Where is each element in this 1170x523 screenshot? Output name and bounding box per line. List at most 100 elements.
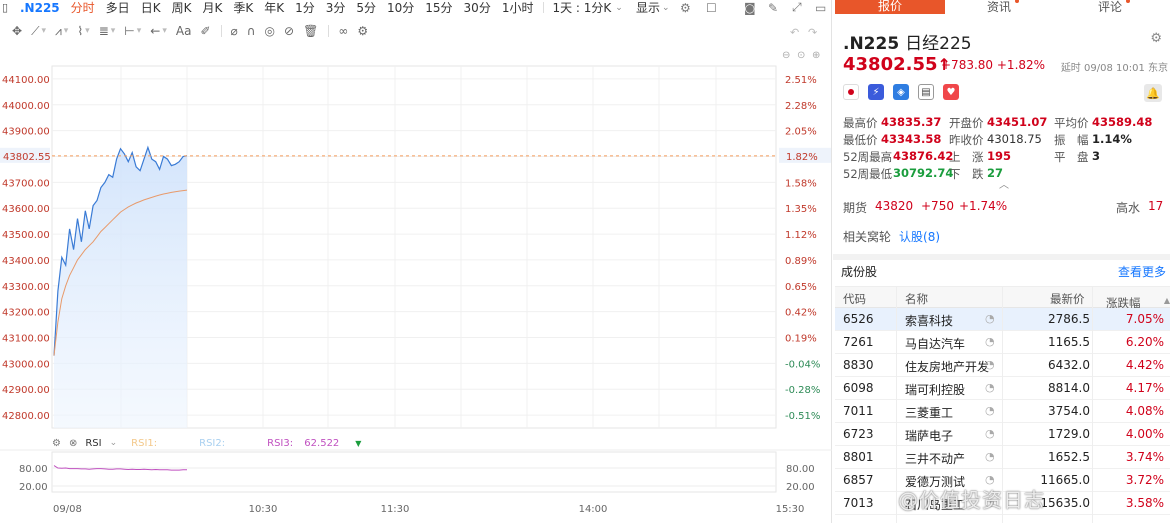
row-price: 1729.0 (1048, 427, 1090, 441)
gear-icon[interactable]: ⚙ (1150, 31, 1162, 46)
row-code: 8801 (843, 450, 874, 464)
stat-value: 43876.42 (893, 149, 954, 163)
section-divider (833, 254, 1170, 260)
row-price: 11665.0 (1040, 473, 1090, 487)
row-pct: 4.00% (1125, 427, 1164, 441)
tab-comments[interactable]: 评论 (1059, 0, 1169, 15)
rsi-y-label: 80.00 (19, 464, 48, 475)
futures-price: 43820 (875, 199, 914, 213)
row-code: 6098 (843, 381, 874, 395)
rsi2-label: RSI2: (199, 437, 226, 449)
rsi-label: RSI (85, 437, 102, 449)
sort-icon[interactable]: ▾ (1108, 295, 1112, 304)
badge-row: ⚡ ◈ ▤ ♥ (843, 84, 959, 100)
y-tick-label: 43900.00 (2, 127, 50, 138)
last-price: 43802.55↑ (843, 54, 951, 75)
stat-label: 振 幅 (1054, 133, 1089, 147)
tab-quote[interactable]: 报价 (835, 0, 945, 14)
stat-label: 52周最高 (843, 150, 893, 164)
col-price[interactable]: 最新价 (1050, 291, 1085, 307)
related-label: 相关窝轮 (843, 230, 892, 244)
note-icon[interactable]: ▤ (918, 84, 934, 100)
lightning-icon[interactable]: ⚡ (868, 84, 884, 100)
pct-tick-label: 1.12% (785, 230, 817, 241)
row-code: 8830 (843, 358, 874, 372)
col-code[interactable]: 代码 (843, 291, 866, 307)
y-tick-label: 42800.00 (2, 411, 50, 422)
tag-icon[interactable]: ◈ (893, 84, 909, 100)
scroll-up-icon[interactable]: ▲ (1164, 296, 1170, 305)
row-name: 瑞萨电子 (905, 429, 954, 443)
delay-notice: 延时 09/08 10:01 东京 (1060, 63, 1168, 74)
clock-icon[interactable]: ◔ (985, 312, 995, 325)
tab-news[interactable]: 资讯 (948, 0, 1058, 15)
stat-label: 昨收价 (949, 133, 984, 147)
futures-label: 期货 (843, 201, 868, 215)
row-name: 马自达汽车 (905, 337, 966, 351)
gear-icon[interactable]: ⚙ (52, 438, 61, 449)
row-name: 三井不动产 (905, 452, 966, 466)
y-tick-label: 42900.00 (2, 385, 50, 396)
stats-grid: 最高价 43835.37 开盘价 43451.07 平均价 43589.48 最… (843, 115, 1170, 183)
pct-tick-label: 2.05% (785, 127, 817, 138)
pct-tick-label: -0.28% (785, 385, 820, 396)
constituents-title: 成份股 (841, 265, 878, 279)
app-window: ▯ .N225 分时 多日 日K 周K 月K 季K 年K 1分 3分 5分 10分 15分 30分 1小时… (0, 0, 1170, 523)
stat-value: 30792.74 (893, 166, 954, 180)
row-pct: 4.17% (1125, 381, 1164, 395)
rsi1-label: RSI1: (131, 437, 158, 449)
x-tick-label: 15:30 (776, 504, 805, 515)
premium-label: 高水 (1116, 201, 1141, 215)
stat-value: 43835.37 (881, 115, 942, 129)
clock-icon[interactable]: ◔ (985, 358, 995, 371)
row-price: 15635.0 (1040, 496, 1090, 510)
row-name: 三菱重工 (905, 406, 954, 420)
caret-down-icon[interactable]: ▼ (355, 439, 361, 448)
futures-change: +750 (921, 199, 954, 213)
pct-tick-label: -0.04% (785, 359, 820, 370)
symbol-code: .N225 (843, 34, 900, 54)
row-pct: 6.20% (1125, 335, 1164, 349)
clock-icon[interactable]: ◔ (985, 404, 995, 417)
clock-icon[interactable]: ◔ (985, 335, 995, 348)
x-tick-label: 09/08 (53, 504, 82, 515)
chevron-up-icon[interactable]: ︿ (999, 176, 1009, 191)
warrants-link[interactable]: 认股(8) (899, 230, 940, 244)
rsi3-label: RSI3: 62.522 (267, 437, 340, 449)
y-tick-label: 43200.00 (2, 308, 50, 319)
symbol-name: 日经225 (905, 34, 972, 54)
y-tick-label: 43300.00 (2, 282, 50, 293)
heart-icon[interactable]: ♥ (943, 84, 959, 100)
stat-label: 平 盘 (1054, 150, 1089, 164)
row-price: 2786.5 (1048, 312, 1090, 326)
clock-icon[interactable]: ◔ (985, 427, 995, 440)
y-tick-label: 43000.00 (2, 359, 50, 370)
row-code: 7013 (843, 496, 874, 510)
stat-label: 平均价 (1054, 116, 1089, 130)
bell-icon[interactable]: 🔔 (1144, 84, 1162, 102)
chevron-down-icon[interactable]: ⌄ (110, 438, 118, 448)
stat-value: 43018.75 (987, 132, 1042, 146)
row-name: 瑞可利控股 (905, 383, 966, 397)
row-price: 3754.0 (1048, 404, 1090, 418)
pct-tick-label: 0.42% (785, 308, 817, 319)
row-pct: 4.42% (1125, 358, 1164, 372)
y-tick-label: 43600.00 (2, 204, 50, 215)
futures-pct: +1.74% (959, 199, 1008, 213)
quote-tabs: 报价 资讯 评论 (833, 0, 1170, 14)
col-name[interactable]: 名称 (905, 291, 928, 307)
stat-label: 最高价 (843, 116, 878, 130)
pct-tick-label: 1.58% (785, 178, 817, 189)
current-pct-label: 1.82% (786, 152, 818, 163)
price-change: +783.80 +1.82% (941, 58, 1046, 72)
row-pct: 3.72% (1125, 473, 1164, 487)
stat-value: 43589.48 (1092, 115, 1153, 129)
clock-icon[interactable]: ◔ (985, 450, 995, 463)
view-more-link[interactable]: 查看更多 (1118, 263, 1166, 280)
y-tick-label: 43100.00 (2, 334, 50, 345)
hide-icon[interactable]: ⊗ (69, 438, 77, 449)
clock-icon[interactable]: ◔ (985, 381, 995, 394)
row-price: 1165.5 (1048, 335, 1090, 349)
current-price-label: 43802.55 (3, 152, 51, 163)
quote-panel: 报价 资讯 评论 .N225 日经225 ⚙ 43802.55↑ +783.80 … (833, 0, 1170, 523)
